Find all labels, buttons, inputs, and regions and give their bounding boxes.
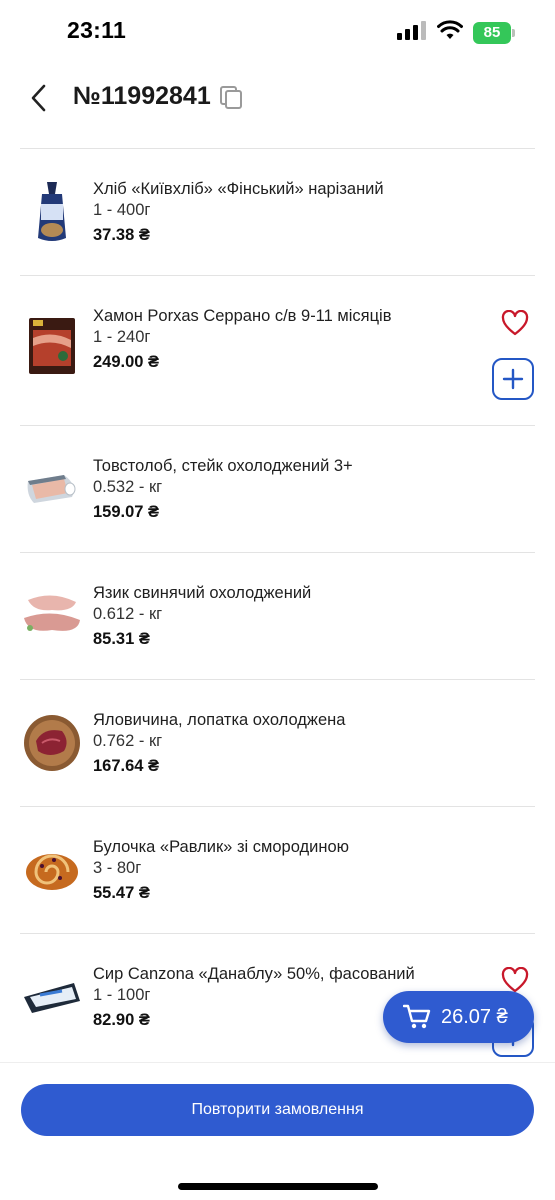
copy-button[interactable] (218, 84, 246, 112)
product-image-pork-tongue (20, 578, 84, 654)
product-info: Товстолоб, стейк охолоджений 3+ 0.532 - … (93, 456, 465, 524)
product-info: Булочка «Равлик» зі смородиною 3 - 80г 5… (93, 837, 465, 905)
product-image-fish-steak (20, 451, 84, 527)
heart-icon (501, 966, 529, 993)
product-info: Хамон Porxas Серрано с/в 9-11 місяців 1 … (93, 306, 465, 374)
product-name: Хліб «Київхліб» «Фінський» нарізаний (93, 180, 384, 198)
list-item[interactable]: Яловичина, лопатка охолоджена 0.762 - кг… (20, 680, 535, 807)
copy-icon (220, 86, 242, 109)
product-price: 85.31 ₴ (93, 630, 150, 648)
product-image-beef (20, 705, 84, 781)
product-qty: 0.762 - кг (93, 732, 163, 750)
list-item[interactable]: Язик свинячий охолоджений 0.612 - кг 85.… (20, 553, 535, 680)
product-qty: 1 - 240г (93, 328, 151, 346)
status-icons: 85 (397, 20, 515, 45)
status-time: 23:11 (67, 17, 127, 43)
product-image-bun (20, 832, 84, 908)
cart-button[interactable]: 26.07 ₴ (383, 991, 534, 1043)
status-bar: 23:11 85 (0, 0, 555, 64)
product-name: Товстолоб, стейк охолоджений 3+ (93, 457, 353, 475)
product-image-cheese (20, 959, 84, 1035)
product-image-bread (20, 174, 84, 250)
product-qty: 3 - 80г (93, 859, 142, 877)
product-info: Хліб «Київхліб» «Фінський» нарізаний 1 -… (93, 179, 465, 247)
cart-total: 26.07 ₴ (441, 1005, 508, 1028)
product-price: 37.38 ₴ (93, 226, 150, 244)
order-number: №11992841 (73, 82, 211, 110)
home-indicator (178, 1183, 378, 1190)
product-price: 55.47 ₴ (93, 884, 150, 902)
product-price: 167.64 ₴ (93, 757, 160, 775)
favorite-button[interactable] (501, 309, 529, 338)
product-name: Хамон Porxas Серрано с/в 9-11 місяців (93, 307, 392, 325)
product-qty: 0.612 - кг (93, 605, 163, 623)
plus-icon (502, 368, 524, 390)
list-item[interactable]: Булочка «Равлик» зі смородиною 3 - 80г 5… (20, 807, 535, 934)
battery-icon: 85 (473, 21, 515, 44)
product-image-jamon (20, 308, 84, 384)
cart-icon (403, 1004, 431, 1029)
repeat-order-button[interactable]: Повторити замовлення (21, 1084, 534, 1136)
wifi-icon (437, 20, 463, 45)
product-name: Яловичина, лопатка охолоджена (93, 711, 346, 729)
list-item[interactable]: Хамон Porxas Серрано с/в 9-11 місяців 1 … (20, 276, 535, 426)
order-items-list[interactable]: Хліб «Київхліб» «Фінський» нарізаний 1 -… (0, 149, 555, 1059)
product-info: Язик свинячий охолоджений 0.612 - кг 85.… (93, 583, 465, 651)
product-info: Яловичина, лопатка охолоджена 0.762 - кг… (93, 710, 465, 778)
list-item[interactable]: Товстолоб, стейк охолоджений 3+ 0.532 - … (20, 426, 535, 553)
product-name: Булочка «Равлик» зі смородиною (93, 838, 350, 856)
list-item[interactable]: Хліб «Київхліб» «Фінський» нарізаний 1 -… (20, 149, 535, 276)
bottom-bar: Повторити замовлення (0, 1062, 555, 1200)
add-to-cart-button[interactable] (492, 358, 534, 400)
product-name: Язик свинячий охолоджений (93, 584, 312, 602)
product-qty: 0.532 - кг (93, 478, 163, 496)
product-price: 159.07 ₴ (93, 503, 160, 521)
product-price: 249.00 ₴ (93, 353, 160, 371)
back-button[interactable] (20, 80, 56, 116)
header: №11992841 (0, 70, 555, 126)
product-name: Сир Canzona «Данаблу» 50%, фасований (93, 965, 415, 983)
signal-icon (397, 20, 427, 45)
chevron-left-icon (31, 84, 46, 112)
product-qty: 1 - 400г (93, 201, 151, 219)
heart-icon (501, 309, 529, 336)
